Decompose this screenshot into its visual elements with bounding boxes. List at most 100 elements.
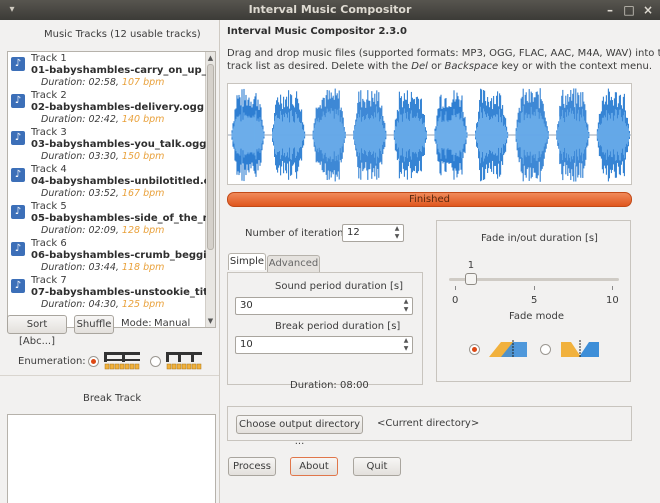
enumeration-pattern-1-icon bbox=[104, 352, 140, 370]
track-row[interactable]: ♪ Track 505-babyshambles-side_of_the_ro..… bbox=[8, 200, 208, 237]
music-track-list[interactable]: ▲ ▼ ♪ Track 1 01-babyshambles-carry_on_up_… bbox=[7, 51, 216, 328]
fade-mode-overlap-icon bbox=[489, 340, 527, 358]
track-number: Track 1 bbox=[31, 53, 67, 64]
track-filename: 03-babyshambles-you_talk.ogg bbox=[31, 139, 206, 150]
fade-mid-label: 5 bbox=[531, 295, 538, 306]
track-bpm: 150 bpm bbox=[121, 151, 165, 162]
right-panel: Interval Music Compositor 2.3.0 Drag and… bbox=[220, 20, 660, 503]
instructions-line-1: Drag and drop music files (supported for… bbox=[227, 48, 660, 59]
track-filename: 01-babyshambles-carry_on_up_th... bbox=[31, 65, 206, 76]
sort-button[interactable]: Sort [Abc...] bbox=[7, 315, 67, 347]
fade-min-label: 0 bbox=[452, 295, 459, 306]
left-panel: Music Tracks (12 usable tracks) ▲ ▼ ♪ Tra… bbox=[0, 20, 220, 503]
track-duration: Duration: 03:30, 150 bpm bbox=[41, 151, 165, 162]
scroll-thumb[interactable] bbox=[207, 64, 214, 250]
track-row[interactable]: ♪ Track 606-babyshambles-crumb_begging_..… bbox=[8, 237, 208, 274]
fade-mode-radio-2[interactable] bbox=[540, 344, 551, 355]
fade-mode-radio-1[interactable] bbox=[469, 344, 480, 355]
enumeration-label: Enumeration: bbox=[18, 356, 86, 367]
track-number: Track 2 bbox=[31, 90, 67, 101]
instructions-line-2: track list as desired. Delete with the D… bbox=[227, 61, 653, 72]
sound-period-value: 30 bbox=[240, 300, 253, 311]
spin-down-icon[interactable]: ▼ bbox=[402, 345, 410, 353]
track-bpm: 125 bpm bbox=[121, 299, 165, 310]
spin-up-icon[interactable]: ▲ bbox=[393, 225, 401, 233]
track-number: Track 5 bbox=[31, 201, 67, 212]
minimize-icon[interactable]: – bbox=[602, 0, 618, 20]
break-period-value: 10 bbox=[240, 339, 253, 350]
enumeration-radio-1[interactable] bbox=[88, 356, 99, 367]
track-filename: 04-babyshambles-unbilotitled.ogg bbox=[31, 176, 206, 187]
maximize-icon[interactable]: □ bbox=[621, 0, 637, 20]
window-title: Interval Music Compositor bbox=[248, 3, 412, 16]
enumeration-pattern-2-icon bbox=[166, 352, 202, 370]
music-note-icon: ♪ bbox=[11, 57, 25, 71]
iterations-stepper[interactable]: 12 ▲ ▼ bbox=[342, 224, 404, 242]
scroll-down-icon[interactable]: ▼ bbox=[206, 316, 215, 326]
waveform-segment bbox=[231, 88, 265, 182]
shuffle-button[interactable]: Shuffle bbox=[74, 315, 114, 334]
track-row[interactable]: ♪ Track 2 02-babyshambles-delivery.ogg Dura… bbox=[8, 89, 208, 126]
fade-value-label: 1 bbox=[467, 260, 475, 271]
left-divider bbox=[0, 375, 219, 376]
waveform-segment bbox=[393, 90, 427, 180]
track-number: Track 4 bbox=[31, 164, 67, 175]
track-filename: 02-babyshambles-delivery.ogg bbox=[31, 102, 204, 113]
track-row[interactable]: ♪ Track 7 07-babyshambles-unstookie_titl..… bbox=[8, 274, 208, 311]
spin-up-icon[interactable]: ▲ bbox=[402, 337, 410, 345]
track-row[interactable]: ♪ Track 101-babyshambles-carry_on_up_th..… bbox=[8, 52, 208, 89]
sound-period-label: Sound period duration [s] bbox=[275, 281, 403, 292]
tab-advanced[interactable]: Advanced bbox=[267, 255, 320, 272]
fade-title: Fade in/out duration [s] bbox=[481, 233, 598, 244]
duration-text: Duration: 08:00 bbox=[290, 380, 369, 391]
mode-label: Mode: bbox=[121, 318, 152, 329]
enumeration-radio-2[interactable] bbox=[150, 356, 161, 367]
waveform-preview bbox=[227, 83, 632, 185]
track-filename: 07-babyshambles-unstookie_titl... bbox=[31, 287, 206, 298]
track-filename: 05-babyshambles-side_of_the_ro... bbox=[31, 213, 206, 224]
sound-period-stepper[interactable]: 30 ▲ ▼ bbox=[235, 297, 413, 315]
music-note-icon: ♪ bbox=[11, 242, 25, 256]
break-track-list[interactable] bbox=[7, 414, 216, 503]
music-note-icon: ♪ bbox=[11, 279, 25, 293]
music-note-icon: ♪ bbox=[11, 168, 25, 182]
music-note-icon: ♪ bbox=[11, 205, 25, 219]
spin-up-icon[interactable]: ▲ bbox=[402, 298, 410, 306]
iterations-label: Number of iterations bbox=[245, 228, 349, 239]
fade-slider-thumb[interactable] bbox=[464, 273, 477, 285]
break-period-stepper[interactable]: 10 ▲ ▼ bbox=[235, 336, 413, 354]
waveform-segment bbox=[353, 90, 387, 180]
tab-simple[interactable]: Simple bbox=[228, 253, 266, 270]
spin-down-icon[interactable]: ▼ bbox=[393, 233, 401, 241]
window-menu-icon[interactable]: ▾ bbox=[5, 3, 19, 17]
waveform-segment bbox=[434, 90, 468, 180]
progress-bar: Finished bbox=[227, 192, 632, 207]
process-button[interactable]: Process bbox=[228, 457, 276, 476]
track-row[interactable]: ♪ Track 3 03-babyshambles-you_talk.ogg Dura… bbox=[8, 126, 208, 163]
fade-mode-title: Fade mode bbox=[509, 311, 564, 322]
fade-tick-10 bbox=[612, 286, 613, 290]
waveform-segment bbox=[312, 88, 346, 182]
music-note-icon: ♪ bbox=[11, 131, 25, 145]
app-heading: Interval Music Compositor 2.3.0 bbox=[227, 26, 407, 37]
mode-value: Manual bbox=[154, 318, 191, 329]
quit-button[interactable]: Quit bbox=[353, 457, 401, 476]
close-icon[interactable]: × bbox=[640, 0, 656, 20]
track-duration: Duration: 02:42, 140 bpm bbox=[41, 114, 165, 125]
track-duration: Duration: 02:58, 107 bpm bbox=[41, 77, 165, 88]
waveform-segment bbox=[515, 88, 549, 182]
break-period-label: Break period duration [s] bbox=[275, 321, 401, 332]
track-bpm: 128 bpm bbox=[121, 225, 165, 236]
track-row[interactable]: ♪ Track 4 04-babyshambles-unbilotitled.ogg… bbox=[8, 163, 208, 200]
iterations-value: 12 bbox=[347, 227, 360, 238]
about-button[interactable]: About bbox=[290, 457, 338, 476]
progress-text: Finished bbox=[409, 194, 450, 205]
spin-down-icon[interactable]: ▼ bbox=[402, 306, 410, 314]
music-note-icon: ♪ bbox=[11, 94, 25, 108]
choose-output-directory-button[interactable]: Choose output directory ... bbox=[236, 415, 363, 447]
output-directory-value: <Current directory> bbox=[377, 418, 480, 429]
fade-max-label: 10 bbox=[606, 295, 619, 306]
track-bpm: 107 bpm bbox=[121, 77, 165, 88]
track-duration: Duration: 04:30, 125 bpm bbox=[41, 299, 165, 310]
track-number: Track 7 bbox=[31, 275, 67, 286]
